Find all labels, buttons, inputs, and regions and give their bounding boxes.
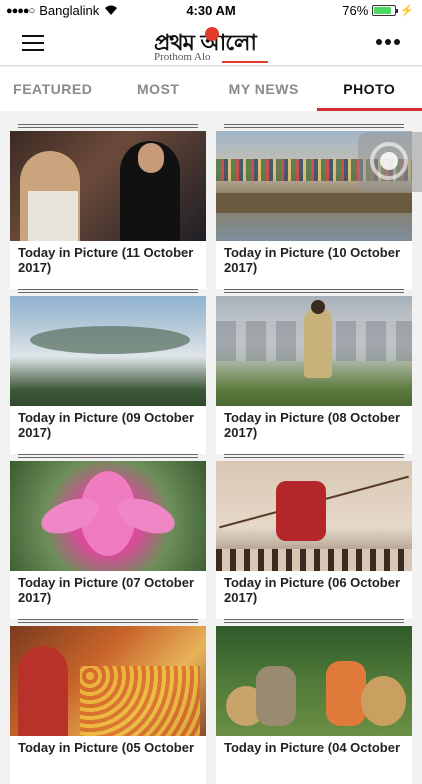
menu-icon[interactable] <box>22 35 44 51</box>
photo-caption: Today in Picture (08 October 2017) <box>216 406 412 454</box>
photo-caption: Today in Picture (07 October 2017) <box>10 571 206 619</box>
card-divider <box>216 286 412 296</box>
photo-card[interactable]: Today in Picture (09 October 2017) <box>10 286 206 454</box>
photo-grid: Today in Picture (11 October 2017) Today… <box>0 111 422 750</box>
card-divider <box>10 616 206 626</box>
charging-icon: ⚡ <box>400 4 414 17</box>
app-header: প্রথম আলো Prothom Alo <box>0 22 422 66</box>
card-divider <box>10 121 206 131</box>
photo-card[interactable]: Today in Picture (05 October <box>10 616 206 784</box>
photo-thumbnail <box>10 626 206 736</box>
photo-caption: Today in Picture (04 October <box>216 736 412 784</box>
photo-thumbnail <box>216 626 412 736</box>
tab-most[interactable]: MOST <box>106 67 212 111</box>
card-divider <box>10 286 206 296</box>
photo-caption: Today in Picture (05 October <box>10 736 206 784</box>
logo-sun-icon <box>205 27 219 41</box>
photo-thumbnail <box>10 131 206 241</box>
battery-info: 76% ⚡ <box>342 3 414 18</box>
photo-caption: Today in Picture (10 October 2017) <box>216 241 412 289</box>
photo-card[interactable]: Today in Picture (07 October 2017) <box>10 451 206 619</box>
photo-thumbnail <box>216 296 412 406</box>
more-options-icon[interactable] <box>376 39 400 45</box>
battery-percent: 76% <box>342 3 368 18</box>
card-divider <box>10 451 206 461</box>
photo-caption: Today in Picture (11 October 2017) <box>10 241 206 289</box>
tab-photo[interactable]: PHOTO <box>317 67 422 111</box>
photo-card[interactable]: Today in Picture (08 October 2017) <box>216 286 412 454</box>
card-divider <box>216 451 412 461</box>
photo-thumbnail <box>10 461 206 571</box>
logo-english-text: Prothom Alo <box>154 51 211 63</box>
assistive-touch-core <box>380 152 398 170</box>
logo-underline <box>222 61 268 63</box>
photo-thumbnail <box>216 461 412 571</box>
tab-bar: FEATURED MOST MY NEWS PHOTO <box>0 67 422 111</box>
photo-card[interactable]: Today in Picture (11 October 2017) <box>10 121 206 289</box>
status-bar: ●●●●○ Banglalink 4:30 AM 76% ⚡ <box>0 0 422 22</box>
photo-thumbnail <box>10 296 206 406</box>
battery-icon <box>372 5 396 16</box>
assistive-touch-button[interactable] <box>358 132 422 192</box>
card-divider <box>216 616 412 626</box>
photo-card[interactable]: Today in Picture (04 October <box>216 616 412 784</box>
photo-caption: Today in Picture (09 October 2017) <box>10 406 206 454</box>
tab-my-news[interactable]: MY NEWS <box>211 67 317 111</box>
tab-featured[interactable]: FEATURED <box>0 67 106 111</box>
card-divider <box>216 121 412 131</box>
app-logo[interactable]: প্রথম আলো Prothom Alo <box>150 24 270 64</box>
photo-card[interactable]: Today in Picture (06 October 2017) <box>216 451 412 619</box>
photo-caption: Today in Picture (06 October 2017) <box>216 571 412 619</box>
